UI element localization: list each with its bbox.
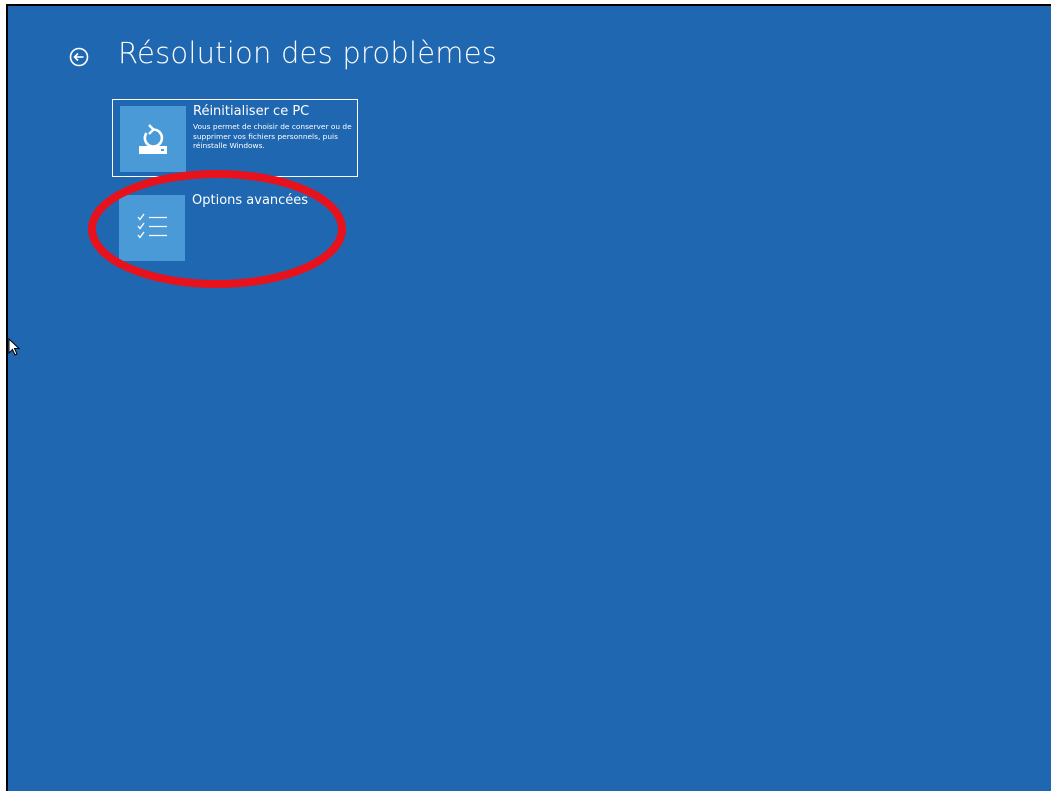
option-description: Vous permet de choisir de conserver ou d… xyxy=(193,122,352,150)
checklist-icon xyxy=(119,195,185,261)
mouse-pointer-icon xyxy=(8,338,20,356)
recovery-screen: Résolution des problèmes Réinitialiser c… xyxy=(6,4,1051,791)
reset-pc-option[interactable]: Réinitialiser ce PC Vous permet de chois… xyxy=(112,99,358,177)
option-title: Réinitialiser ce PC xyxy=(193,104,310,119)
back-arrow-circle-icon xyxy=(69,47,89,67)
page-title: Résolution des problèmes xyxy=(118,36,498,70)
screenshot-frame: Résolution des problèmes Réinitialiser c… xyxy=(0,0,1051,791)
option-title: Options avancées xyxy=(192,193,309,208)
advanced-options-option[interactable]: Options avancées xyxy=(112,189,358,267)
reset-pc-icon xyxy=(120,106,186,172)
back-button[interactable] xyxy=(68,46,90,68)
